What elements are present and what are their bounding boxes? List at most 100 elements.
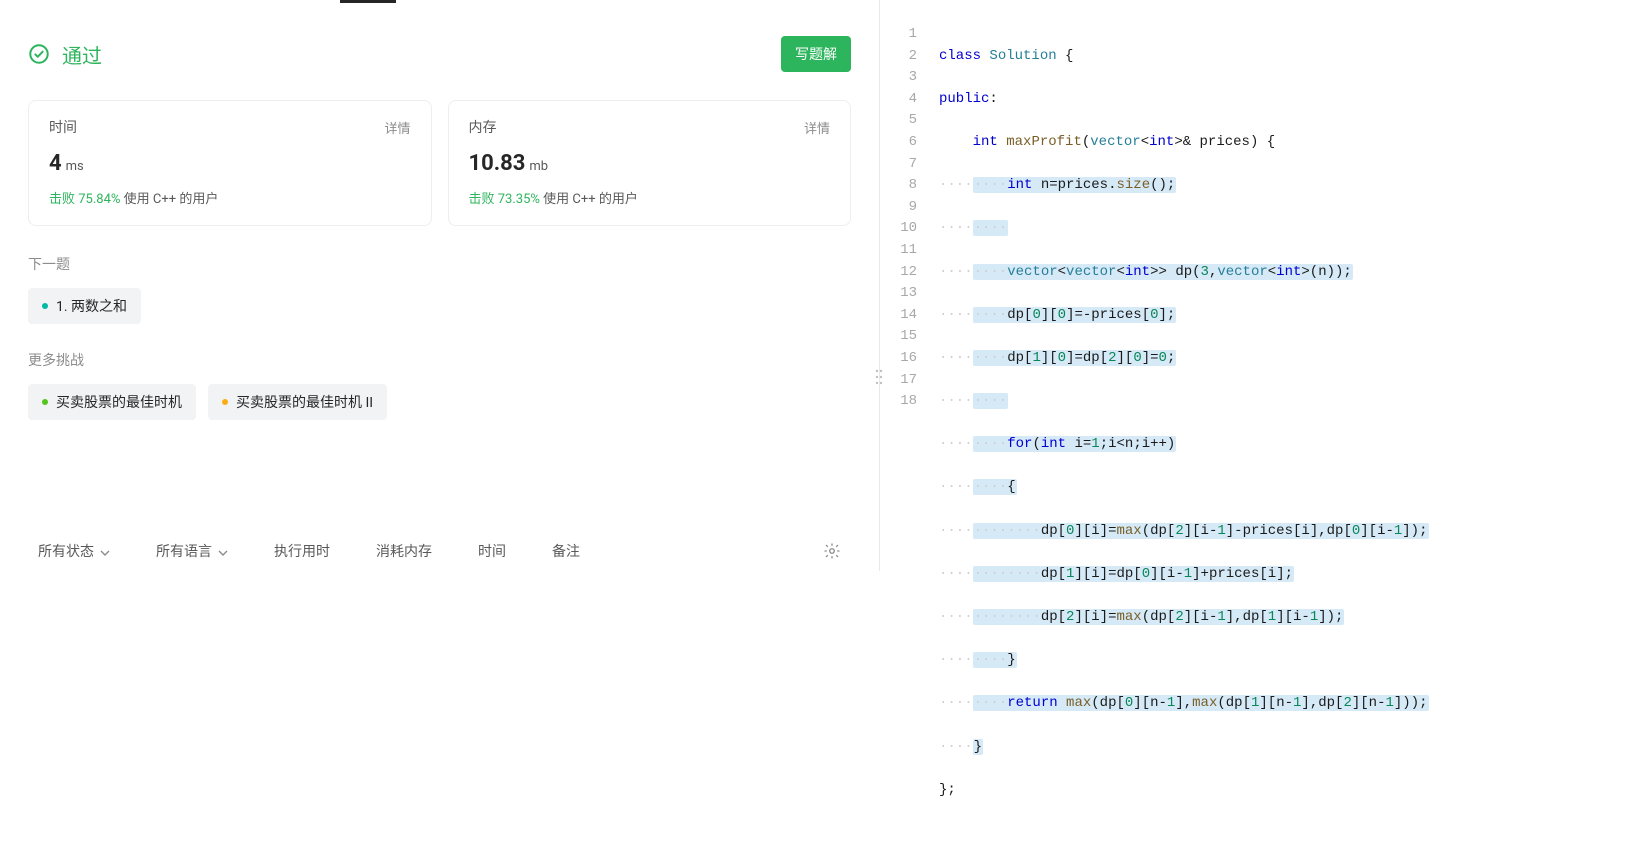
settings-icon[interactable]: [823, 542, 841, 560]
status-text: 通过: [62, 40, 102, 69]
memory-beat-suffix: 使用 C++ 的用户: [543, 192, 638, 207]
time-unit: ms: [66, 159, 84, 174]
challenge-title-2: 买卖股票的最佳时机 II: [236, 392, 373, 412]
time-beat-pct: 75.84%: [78, 192, 120, 207]
tok-ident: n: [1041, 177, 1049, 193]
tok-ident: i: [1201, 609, 1209, 625]
tok-func: max: [1066, 695, 1091, 711]
check-circle-icon: [28, 43, 50, 65]
tok-ident: i: [1268, 566, 1276, 582]
tok-num: 1: [1251, 695, 1259, 711]
memory-detail-link[interactable]: 详情: [804, 118, 830, 137]
line-number: 8: [880, 175, 917, 197]
tok-num: 1: [1032, 350, 1040, 366]
code-area[interactable]: class Solution { public: int maxProfit(v…: [935, 24, 1645, 571]
line-number: 9: [880, 197, 917, 219]
tok-ident: i: [1301, 523, 1309, 539]
tok-ident: n: [1125, 436, 1133, 452]
tok-num: 0: [1058, 307, 1066, 323]
line-number: 2: [880, 46, 917, 68]
line-number: 3: [880, 67, 917, 89]
time-beat-suffix: 使用 C++ 的用户: [124, 192, 219, 207]
line-number: 6: [880, 132, 917, 154]
tok-ident: dp: [1007, 350, 1024, 366]
tok-ident: dp: [1083, 350, 1100, 366]
tok-keyword: int: [1041, 436, 1066, 452]
code-editor[interactable]: 1 2 3 4 5 6 7 8 9 10 11 12 13 14 15 16 1…: [880, 0, 1645, 571]
tok-ident: n: [1150, 695, 1158, 711]
filter-all-lang[interactable]: 所有语言: [156, 541, 228, 561]
submission-filter-bar: 所有状态 所有语言 执行用时 消耗内存: [28, 522, 851, 571]
tab-strip: [0, 0, 879, 8]
difficulty-dot-icon: [42, 303, 48, 309]
challenge-chip-1[interactable]: 买卖股票的最佳时机: [28, 384, 196, 420]
challenge-chip-2[interactable]: 买卖股票的最佳时机 II: [208, 384, 387, 420]
tok-num: 1: [1167, 695, 1175, 711]
line-number: 1: [880, 24, 917, 46]
filter-time[interactable]: 时间: [478, 541, 506, 561]
tok-keyword: public: [939, 91, 989, 107]
tok-keyword: int: [1149, 134, 1174, 150]
tok-ident: n: [1318, 264, 1326, 280]
tok-ident: prices: [1200, 134, 1250, 150]
next-question-chip[interactable]: 1. 两数之和: [28, 288, 141, 324]
challenge-title-1: 买卖股票的最佳时机: [56, 392, 182, 412]
tok-ident: i: [1377, 523, 1385, 539]
tok-keyword: int: [1007, 177, 1032, 193]
tok-num: 1: [1394, 523, 1402, 539]
filter-mem-label: 消耗内存: [376, 541, 432, 561]
tok-ident: i: [1293, 609, 1301, 625]
filter-time-label: 时间: [478, 541, 506, 561]
memory-value: 10.83: [469, 151, 526, 176]
filter-note-label: 备注: [552, 541, 580, 561]
tok-num: 1: [1091, 436, 1099, 452]
tok-func: maxProfit: [1006, 134, 1082, 150]
filter-all-status[interactable]: 所有状态: [38, 541, 110, 561]
line-number: 4: [880, 89, 917, 111]
tok-ident: dp: [1041, 523, 1058, 539]
tok-num: 0: [1125, 695, 1133, 711]
difficulty-dot-icon: [42, 399, 48, 405]
time-detail-link[interactable]: 详情: [384, 118, 410, 137]
tok-ident: prices: [1091, 307, 1141, 323]
tok-keyword: int: [1125, 264, 1150, 280]
tok-num: 2: [1066, 609, 1074, 625]
tok-func: max: [1192, 695, 1217, 711]
line-number: 16: [880, 348, 917, 370]
tok-ident: dp: [1150, 523, 1167, 539]
filter-mem[interactable]: 消耗内存: [376, 541, 432, 561]
tok-num: 2: [1108, 350, 1116, 366]
filter-exec-time[interactable]: 执行用时: [274, 541, 330, 561]
write-solution-button[interactable]: 写题解: [781, 36, 851, 72]
tok-num: 2: [1175, 609, 1183, 625]
tok-class: Solution: [989, 48, 1056, 64]
memory-beat-pct: 73.35%: [498, 192, 540, 207]
tok-ident: i: [1108, 436, 1116, 452]
chevron-down-icon: [218, 546, 228, 556]
line-number: 15: [880, 326, 917, 348]
chevron-down-icon: [100, 546, 110, 556]
line-number: 5: [880, 110, 917, 132]
tok-ident: i: [1167, 566, 1175, 582]
tok-ident: prices: [1209, 566, 1259, 582]
difficulty-dot-icon: [222, 399, 228, 405]
tok-type: vector: [1217, 264, 1267, 280]
line-number: 13: [880, 283, 917, 305]
memory-beat-prefix: 击败: [469, 192, 495, 207]
tok-func: max: [1116, 523, 1141, 539]
time-value: 4: [49, 151, 62, 176]
line-number: 17: [880, 370, 917, 392]
tok-ident: dp: [1041, 609, 1058, 625]
tok-num: 1: [1310, 609, 1318, 625]
filter-all-lang-label: 所有语言: [156, 541, 212, 561]
tok-keyword: int: [973, 134, 998, 150]
memory-card: 内存 详情 10.83 mb 击败 73.35% 使用 C++ 的用户: [448, 100, 852, 226]
filter-note[interactable]: 备注: [552, 541, 580, 561]
line-number: 14: [880, 305, 917, 327]
tok-ident: dp: [1150, 609, 1167, 625]
tok-num: 1: [1217, 523, 1225, 539]
tok-num: 0: [1032, 307, 1040, 323]
tok-ident: dp: [1100, 695, 1117, 711]
tok-num: 3: [1201, 264, 1209, 280]
tok-ident: n: [1276, 695, 1284, 711]
